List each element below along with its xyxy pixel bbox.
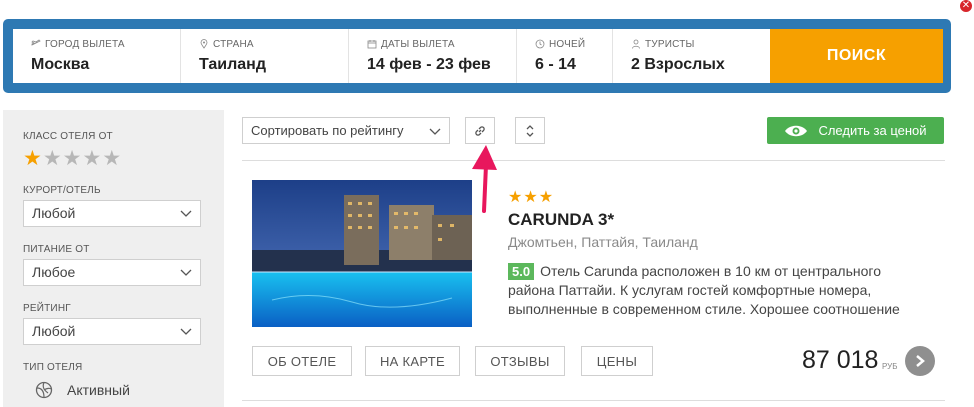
expand-icon xyxy=(526,124,534,137)
nights-label: НОЧЕЙ xyxy=(549,38,586,50)
star-icon[interactable]: ★ xyxy=(43,148,62,169)
meal-label: ПИТАНИЕ ОТ xyxy=(23,244,90,255)
star-icon[interactable]: ★ xyxy=(63,148,82,169)
nights-field[interactable]: НОЧЕЙ 6 - 14 xyxy=(517,29,613,83)
search-bar: ГОРОД ВЫЛЕТА Москва СТРАНА Таиланд ДАТЫ … xyxy=(3,19,951,93)
resort-select[interactable]: Любой xyxy=(23,200,201,227)
hotel-class-stars: ★ ★ ★ ★ ★ xyxy=(23,148,121,169)
country-value: Таиланд xyxy=(199,56,266,73)
close-icon[interactable]: ✕ xyxy=(960,0,972,12)
rating-label: РЕЙТИНГ xyxy=(23,303,71,314)
hotel-type-option-label: Активный xyxy=(67,382,130,398)
open-offer-button[interactable] xyxy=(905,346,935,376)
filters-sidebar: КЛАСС ОТЕЛЯ ОТ ★ ★ ★ ★ ★ КУРОРТ/ОТЕЛЬ Лю… xyxy=(3,110,224,407)
tab-about-hotel[interactable]: ОБ ОТЕЛЕ xyxy=(252,346,352,376)
chevron-down-icon xyxy=(180,328,192,335)
tab-on-map[interactable]: НА КАРТЕ xyxy=(365,346,460,376)
departure-city-label: ГОРОД ВЫЛЕТА xyxy=(45,38,125,50)
country-field[interactable]: СТРАНА Таиланд xyxy=(181,29,349,83)
departure-dates-value: 14 фев - 23 фев xyxy=(367,56,491,73)
country-label: СТРАНА xyxy=(213,38,254,50)
rating-select[interactable]: Любой xyxy=(23,318,201,345)
calendar-icon xyxy=(367,40,377,49)
search-fields: ГОРОД ВЫЛЕТА Москва СТРАНА Таиланд ДАТЫ … xyxy=(13,29,773,83)
expand-collapse-button[interactable] xyxy=(515,117,545,144)
clock-icon xyxy=(535,39,545,49)
hotel-description-text: Отель Carunda расположен в 10 км от цент… xyxy=(508,263,900,317)
plane-icon xyxy=(31,39,41,46)
volleyball-icon xyxy=(35,381,53,399)
rating-value: Любой xyxy=(32,323,76,339)
star-icon: ★ xyxy=(538,189,554,206)
star-icon[interactable]: ★ xyxy=(82,148,101,169)
hotel-location: Джомтьен, Паттайя, Таиланд xyxy=(508,234,698,250)
star-icon[interactable]: ★ xyxy=(102,148,121,169)
departure-city-field[interactable]: ГОРОД ВЫЛЕТА Москва xyxy=(13,29,181,83)
chevron-right-icon xyxy=(916,355,925,367)
watch-price-label: Следить за ценой xyxy=(818,123,927,138)
hotel-type-option-active[interactable]: Активный xyxy=(35,381,130,399)
divider xyxy=(242,400,945,401)
location-pin-icon xyxy=(200,39,208,49)
divider xyxy=(242,160,945,161)
tab-prices[interactable]: ЦЕНЫ xyxy=(581,346,653,376)
hotel-stars: ★ ★ ★ xyxy=(508,190,553,206)
pointer-arrow xyxy=(472,145,497,213)
nights-value: 6 - 14 xyxy=(535,56,576,73)
resort-label: КУРОРТ/ОТЕЛЬ xyxy=(23,185,101,196)
hotel-name[interactable]: CARUNDA 3* xyxy=(508,210,614,230)
hotel-description: 5.0 Отель Carunda расположен в 10 км от ц… xyxy=(508,262,928,319)
meal-select[interactable]: Любое xyxy=(23,259,201,286)
link-icon xyxy=(475,125,485,136)
star-icon[interactable]: ★ xyxy=(23,148,42,169)
tourists-label: ТУРИСТЫ xyxy=(645,38,695,50)
hotel-type-label: ТИП ОТЕЛЯ xyxy=(23,362,83,373)
chevron-down-icon xyxy=(180,269,192,276)
resort-value: Любой xyxy=(32,205,76,221)
hotel-photo[interactable] xyxy=(252,180,472,327)
hotel-price: 87 018 xyxy=(802,346,879,374)
sort-value: Сортировать по рейтингу xyxy=(251,123,404,138)
departure-dates-field[interactable]: ДАТЫ ВЫЛЕТА 14 фев - 23 фев xyxy=(349,29,517,83)
departure-dates-label: ДАТЫ ВЫЛЕТА xyxy=(381,38,455,50)
hotel-class-label: КЛАСС ОТЕЛЯ ОТ xyxy=(23,131,113,142)
watch-price-button[interactable]: Следить за ценой xyxy=(767,117,944,144)
tab-reviews[interactable]: ОТЗЫВЫ xyxy=(475,346,565,376)
currency-label: РУБ xyxy=(882,362,898,371)
search-button[interactable]: ПОИСК xyxy=(770,29,943,83)
star-icon: ★ xyxy=(508,189,523,206)
star-icon: ★ xyxy=(523,189,538,206)
sort-select[interactable]: Сортировать по рейтингу xyxy=(242,117,450,144)
rating-badge: 5.0 xyxy=(508,263,535,280)
eye-icon xyxy=(785,125,808,136)
departure-city-value: Москва xyxy=(31,56,90,73)
tourists-field[interactable]: ТУРИСТЫ 2 Взрослых xyxy=(613,29,773,83)
person-icon xyxy=(632,39,640,49)
chevron-down-icon xyxy=(180,210,192,217)
copy-link-button[interactable] xyxy=(465,117,495,144)
meal-value: Любое xyxy=(32,264,76,280)
tourists-value: 2 Взрослых xyxy=(631,56,725,73)
chevron-down-icon xyxy=(429,128,441,135)
